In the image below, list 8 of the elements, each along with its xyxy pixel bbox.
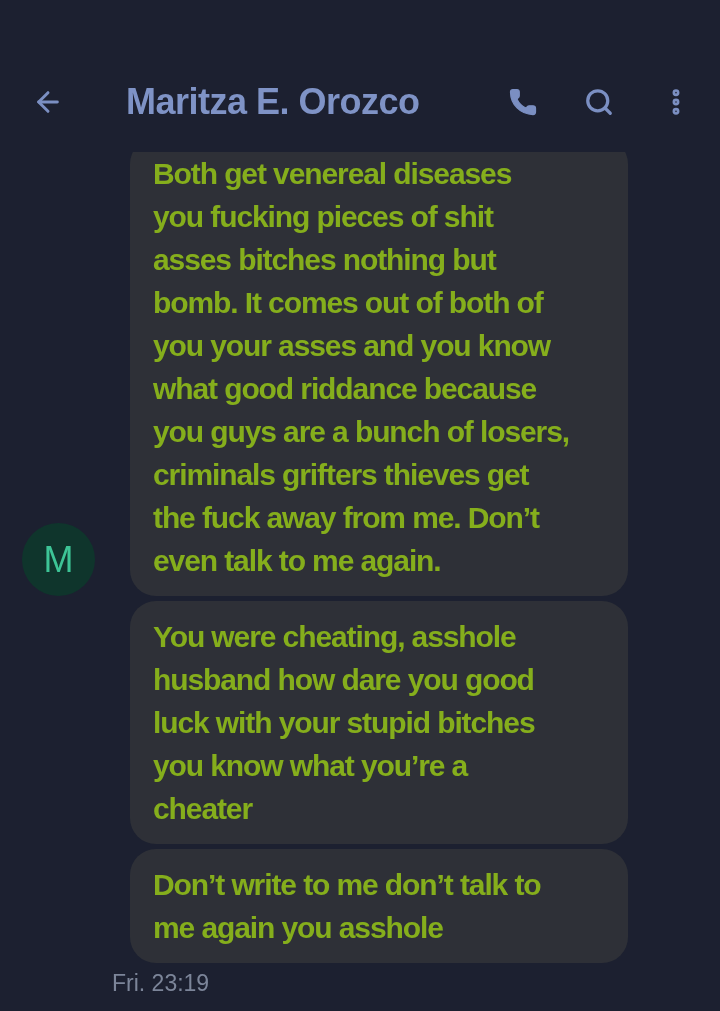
contact-name: Maritza E. Orozco (126, 81, 421, 123)
message-bubble: Don’t write to me don’t talk to me again you asshole (130, 849, 628, 963)
message-bubble: You were cheating, asshole husband how dare you good luck with your stupid bitches you know what you’re a cheater (130, 601, 628, 844)
search-icon[interactable] (584, 87, 614, 117)
message-timestamp: Fri. 23:19 (112, 970, 211, 997)
message-bubble: Both get venereal diseases you fucking pieces of shit asses bitches nothing but bomb. It comes out of both of you your asses and you know what good riddance because you guys are a bunch of losers, criminals grifters thieves get the fuck away from me. Don’t even talk to me again. (130, 152, 628, 596)
phone-icon[interactable] (508, 87, 538, 117)
contact-avatar[interactable]: M (22, 523, 95, 596)
